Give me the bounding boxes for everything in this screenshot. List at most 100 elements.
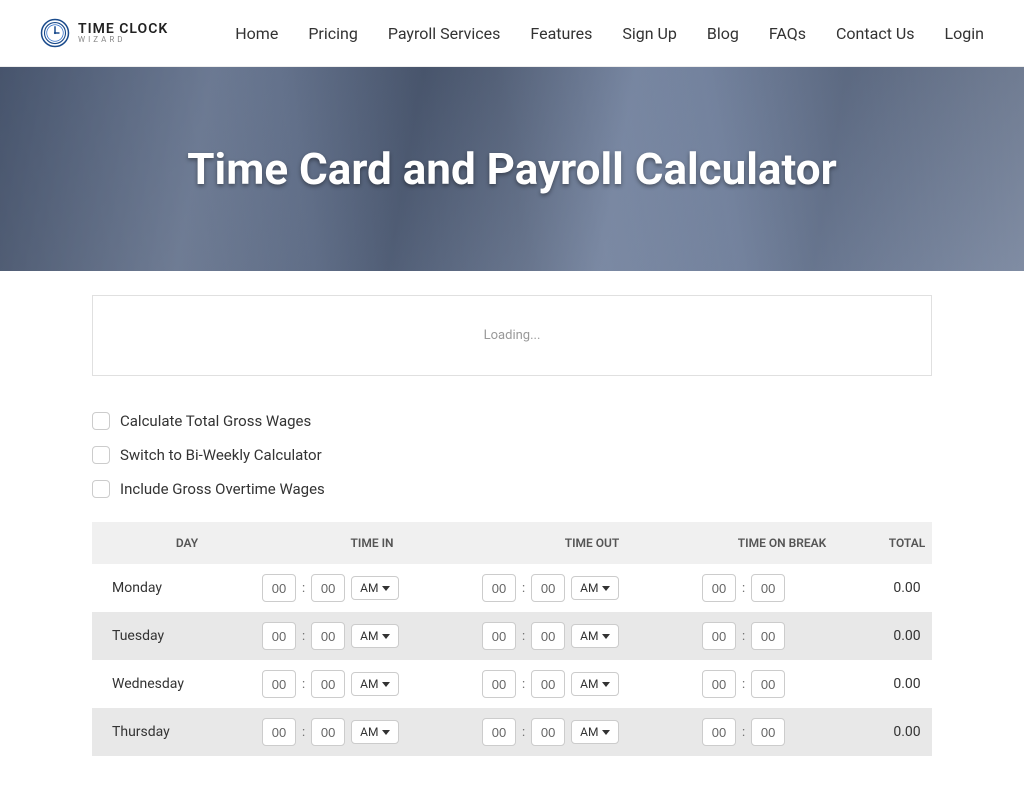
hour-input[interactable]: [262, 622, 296, 650]
table-row: Monday:AM:AM:0.00: [92, 564, 932, 612]
total-cell: 0.00: [862, 580, 952, 596]
table-row: Tuesday:AM:AM:0.00: [92, 612, 932, 660]
ampm-select[interactable]: AM: [351, 576, 399, 600]
col-break: TIME ON BREAK: [702, 536, 862, 550]
colon: :: [522, 581, 525, 596]
option-biweekly: Switch to Bi-Weekly Calculator: [92, 446, 932, 464]
col-time-out: TIME OUT: [482, 536, 702, 550]
time-cell: : AM: [262, 574, 482, 602]
minute-input[interactable]: [531, 718, 565, 746]
col-total: TOTAL: [862, 536, 952, 550]
minute-input[interactable]: [311, 622, 345, 650]
colon: :: [522, 725, 525, 740]
table-row: Thursday:AM:AM:0.00: [92, 708, 932, 756]
minute-input[interactable]: [751, 718, 785, 746]
minute-input[interactable]: [531, 574, 565, 602]
logo-title: TIME CLOCK: [78, 22, 168, 36]
ampm-select[interactable]: AM: [351, 720, 399, 744]
ampm-select[interactable]: AM: [351, 672, 399, 696]
ampm-select[interactable]: AM: [571, 672, 619, 696]
minute-input[interactable]: [751, 622, 785, 650]
caret-down-icon: [602, 682, 610, 687]
day-cell: Tuesday: [112, 628, 262, 644]
hour-input[interactable]: [482, 574, 516, 602]
hour-input[interactable]: [482, 718, 516, 746]
nav-home[interactable]: Home: [235, 24, 278, 43]
hour-input[interactable]: [702, 718, 736, 746]
nav: Home Pricing Payroll Services Features S…: [235, 24, 984, 43]
ampm-select[interactable]: AM: [571, 624, 619, 648]
colon: :: [742, 677, 745, 692]
ampm-label: AM: [360, 677, 378, 691]
nav-faqs[interactable]: FAQs: [769, 24, 806, 43]
ampm-label: AM: [580, 725, 598, 739]
colon: :: [522, 677, 525, 692]
colon: :: [742, 725, 745, 740]
minute-input[interactable]: [751, 574, 785, 602]
hour-input[interactable]: [262, 718, 296, 746]
hour-input[interactable]: [702, 622, 736, 650]
col-day: DAY: [112, 536, 262, 550]
content: Loading... Calculate Total Gross Wages S…: [52, 295, 972, 796]
time-cell: :: [702, 670, 862, 698]
hour-input[interactable]: [482, 670, 516, 698]
total-cell: 0.00: [862, 628, 952, 644]
ampm-label: AM: [580, 677, 598, 691]
hour-input[interactable]: [702, 574, 736, 602]
loading-text: Loading...: [484, 328, 541, 343]
option-overtime: Include Gross Overtime Wages: [92, 480, 932, 498]
timecard-table: DAY TIME IN TIME OUT TIME ON BREAK TOTAL…: [92, 522, 932, 756]
ampm-select[interactable]: AM: [351, 624, 399, 648]
ampm-label: AM: [580, 629, 598, 643]
day-cell: Wednesday: [112, 676, 262, 692]
total-cell: 0.00: [862, 724, 952, 740]
minute-input[interactable]: [311, 718, 345, 746]
options: Calculate Total Gross Wages Switch to Bi…: [92, 412, 932, 498]
minute-input[interactable]: [311, 670, 345, 698]
time-cell: : AM: [482, 718, 702, 746]
page-title: Time Card and Payroll Calculator: [187, 143, 836, 195]
total-cell: 0.00: [862, 676, 952, 692]
colon: :: [742, 581, 745, 596]
header: TIME CLOCK WIZARD Home Pricing Payroll S…: [0, 0, 1024, 67]
ampm-select[interactable]: AM: [571, 576, 619, 600]
option-label: Switch to Bi-Weekly Calculator: [120, 446, 322, 464]
hour-input[interactable]: [262, 670, 296, 698]
checkbox-gross-wages[interactable]: [92, 412, 110, 430]
nav-pricing[interactable]: Pricing: [308, 24, 358, 43]
nav-features[interactable]: Features: [530, 24, 592, 43]
colon: :: [522, 629, 525, 644]
nav-contact-us[interactable]: Contact Us: [836, 24, 915, 43]
ampm-label: AM: [360, 629, 378, 643]
hour-input[interactable]: [262, 574, 296, 602]
time-cell: :AM: [262, 718, 482, 746]
colon: :: [302, 581, 305, 596]
time-cell: :AM: [262, 622, 482, 650]
minute-input[interactable]: [531, 670, 565, 698]
nav-payroll-services[interactable]: Payroll Services: [388, 24, 501, 43]
minute-input[interactable]: [751, 670, 785, 698]
time-cell: :: [702, 574, 862, 602]
time-cell: : AM: [482, 622, 702, 650]
logo-sub: WIZARD: [78, 36, 168, 44]
minute-input[interactable]: [531, 622, 565, 650]
hour-input[interactable]: [702, 670, 736, 698]
minute-input[interactable]: [311, 574, 345, 602]
checkbox-biweekly[interactable]: [92, 446, 110, 464]
checkbox-overtime[interactable]: [92, 480, 110, 498]
loading-box: Loading...: [92, 295, 932, 376]
day-cell: Thursday: [112, 724, 262, 740]
option-label: Calculate Total Gross Wages: [120, 412, 311, 430]
option-label: Include Gross Overtime Wages: [120, 480, 325, 498]
caret-down-icon: [602, 730, 610, 735]
logo-text: TIME CLOCK WIZARD: [78, 22, 168, 44]
col-time-in: TIME IN: [262, 536, 482, 550]
nav-login[interactable]: Login: [945, 24, 984, 43]
nav-blog[interactable]: Blog: [707, 24, 739, 43]
hour-input[interactable]: [482, 622, 516, 650]
ampm-label: AM: [360, 725, 378, 739]
ampm-label: AM: [580, 581, 598, 595]
logo[interactable]: TIME CLOCK WIZARD: [40, 18, 168, 48]
ampm-select[interactable]: AM: [571, 720, 619, 744]
nav-sign-up[interactable]: Sign Up: [622, 24, 677, 43]
